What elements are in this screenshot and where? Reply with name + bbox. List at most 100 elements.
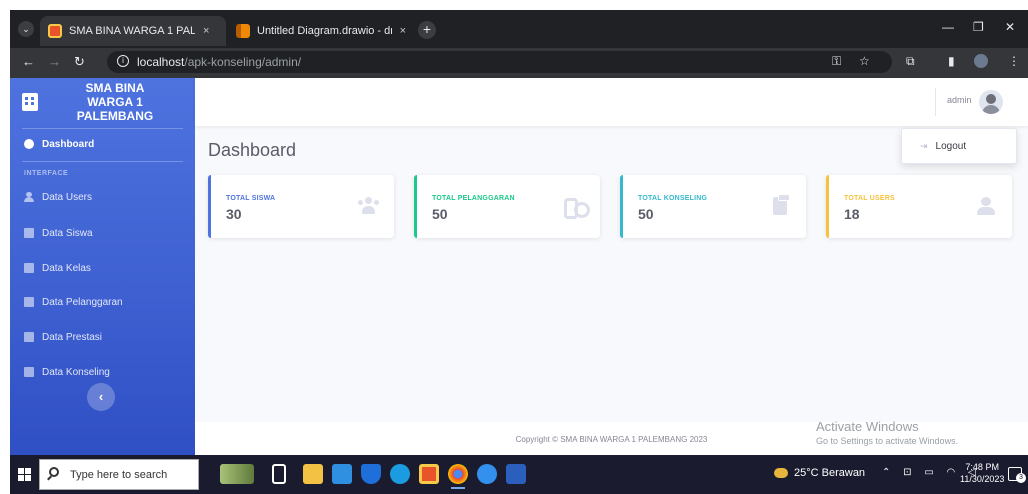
sidebar-item-label: Data Prestasi	[42, 331, 103, 343]
sidebar-item-data-prestasi[interactable]: Data Prestasi	[10, 324, 195, 350]
bookmark-star-icon[interactable]: ☆	[859, 54, 870, 68]
card-value: 50	[638, 206, 654, 222]
url-text[interactable]: localhost/apk-konseling/admin/	[137, 55, 301, 69]
card-label: TOTAL USERS	[844, 195, 895, 202]
sidebar-toggle-button[interactable]: ‹	[87, 383, 115, 411]
notification-center-icon[interactable]: 3	[1008, 467, 1026, 483]
sidebar-item-label: Data Siswa	[42, 227, 93, 239]
minimize-icon[interactable]: —	[942, 20, 954, 34]
word-icon[interactable]	[506, 464, 526, 484]
sidebar-item-data-siswa[interactable]: Data Siswa	[10, 220, 195, 246]
sidebar-item-label: Data Users	[42, 191, 93, 203]
sidebar-item-label: Data Kelas	[42, 262, 91, 274]
document-icon	[24, 297, 34, 307]
reload-icon[interactable]: ↻	[74, 54, 85, 70]
activate-windows-watermark: Activate Windows Go to Settings to activ…	[816, 419, 958, 446]
user-dropdown: ⇥ Logout	[901, 128, 1017, 164]
document-icon	[24, 367, 34, 377]
taskbar-search-input[interactable]: Type here to search	[39, 459, 199, 490]
close-tab-icon[interactable]: ×	[203, 25, 209, 37]
watermark-subtitle: Go to Settings to activate Windows.	[816, 436, 959, 446]
file-explorer-icon[interactable]	[303, 464, 323, 484]
stat-card-total-siswa: TOTAL SISWA 30	[208, 175, 394, 238]
profile-icon[interactable]	[974, 54, 988, 68]
brand-line: WARGA 1	[87, 95, 143, 109]
sidebar-item-data-konseling[interactable]: Data Konseling	[10, 359, 195, 385]
logout-menu-item[interactable]: ⇥ Logout	[920, 141, 966, 152]
sidebar-item-data-kelas[interactable]: Data Kelas	[10, 255, 195, 281]
card-value: 18	[844, 206, 860, 222]
date: 11/30/2023	[960, 474, 1005, 484]
weather-widget[interactable]: 25°C Berawan	[774, 467, 865, 479]
clipboard-icon	[773, 194, 790, 215]
topbar-divider	[935, 88, 936, 116]
sidebar: SMA BINA WARGA 1 PALEMBANG Dashboard INT…	[10, 78, 195, 455]
card-accent	[208, 175, 211, 238]
xampp-icon[interactable]	[419, 464, 439, 484]
extensions-icon[interactable]: ⧉	[906, 54, 915, 69]
forward-arrow-icon[interactable]: →	[48, 54, 61, 69]
user-icon	[24, 192, 34, 202]
sidebar-item-data-users[interactable]: Data Users	[10, 184, 195, 210]
stat-card-total-users: TOTAL USERS 18	[826, 175, 1012, 238]
card-value: 30	[226, 206, 242, 222]
windows-taskbar: Type here to search 25°C Berawan ⌃ ⊡ ▭ ◠…	[10, 455, 1028, 494]
brand[interactable]: SMA BINA WARGA 1 PALEMBANG	[10, 78, 195, 126]
sidebar-item-label: Data Konseling	[42, 366, 110, 378]
time: 7:48 PM	[965, 462, 999, 472]
sidebar-item-dashboard[interactable]: Dashboard	[10, 131, 195, 157]
search-placeholder: Type here to search	[70, 469, 168, 481]
taskbar-clock[interactable]: 7:48 PM 11/30/2023	[960, 461, 1004, 485]
back-arrow-icon[interactable]: ←	[22, 54, 35, 69]
browser-window: ⌄ SMA BINA WARGA 1 PALEMBA × Untitled Di…	[10, 10, 1028, 494]
address-bar[interactable]: i localhost/apk-konseling/admin/ ⚿ ☆	[107, 51, 892, 73]
document-icon	[24, 263, 34, 273]
chrome-icon[interactable]	[448, 464, 468, 489]
pills-icon	[564, 197, 590, 219]
sidebar-item-label: Dashboard	[42, 138, 95, 150]
microsoft-store-icon[interactable]	[332, 464, 352, 484]
tab-search-chevron-icon[interactable]: ⌄	[18, 21, 34, 37]
weather-icon	[774, 468, 788, 478]
site-info-icon[interactable]: i	[117, 55, 129, 67]
card-label: TOTAL PELANGGARAN	[432, 195, 515, 202]
brand-name: SMA BINA WARGA 1 PALEMBANG	[50, 81, 180, 123]
sidebar-item-data-pelanggaran[interactable]: Data Pelanggaran	[10, 289, 195, 315]
url-host: localhost	[137, 55, 185, 69]
windows-start-icon[interactable]	[18, 468, 31, 481]
notification-count-badge: 3	[1016, 473, 1026, 483]
page-title: Dashboard	[208, 140, 297, 160]
user-name[interactable]: admin	[947, 95, 972, 105]
widget-illustration-icon[interactable]	[220, 464, 254, 484]
tab-sma[interactable]: SMA BINA WARGA 1 PALEMBA ×	[40, 16, 226, 46]
stat-card-total-konseling: TOTAL KONSELING 50	[620, 175, 806, 238]
telegram-icon[interactable]	[477, 464, 497, 484]
document-icon	[24, 228, 34, 238]
card-value: 50	[432, 206, 448, 222]
sidebar-heading: INTERFACE	[24, 170, 69, 177]
task-view-icon[interactable]	[272, 464, 286, 484]
navigation-bar: ← → ↻ i localhost/apk-konseling/admin/ ⚿…	[10, 48, 1028, 78]
stat-card-total-pelanggaran: TOTAL PELANGGARAN 50	[414, 175, 600, 238]
mail-icon[interactable]	[361, 464, 381, 484]
close-window-icon[interactable]: ✕	[1005, 20, 1015, 34]
restore-icon[interactable]: ❐	[973, 20, 984, 34]
watermark-title: Activate Windows	[816, 419, 919, 434]
topbar: admin	[195, 78, 1028, 126]
sidebar-icon[interactable]: ▮	[948, 54, 955, 68]
users-icon	[358, 197, 379, 215]
card-label: TOTAL KONSELING	[638, 195, 708, 202]
tab-title: Untitled Diagram.drawio - draw	[257, 25, 392, 37]
avatar[interactable]	[979, 90, 1003, 114]
tab-bar: ⌄ SMA BINA WARGA 1 PALEMBA × Untitled Di…	[10, 10, 1028, 48]
password-key-icon[interactable]: ⚿	[832, 54, 841, 69]
card-accent	[826, 175, 829, 238]
kebab-menu-icon[interactable]: ⋮	[1008, 54, 1020, 68]
drawio-favicon-icon	[236, 24, 250, 38]
tab-drawio[interactable]: Untitled Diagram.drawio - draw ×	[228, 16, 414, 46]
edge-icon[interactable]	[390, 464, 410, 484]
new-tab-button[interactable]: +	[418, 21, 436, 39]
card-accent	[414, 175, 417, 238]
sma-favicon-icon	[48, 24, 62, 38]
close-tab-icon[interactable]: ×	[400, 25, 406, 37]
